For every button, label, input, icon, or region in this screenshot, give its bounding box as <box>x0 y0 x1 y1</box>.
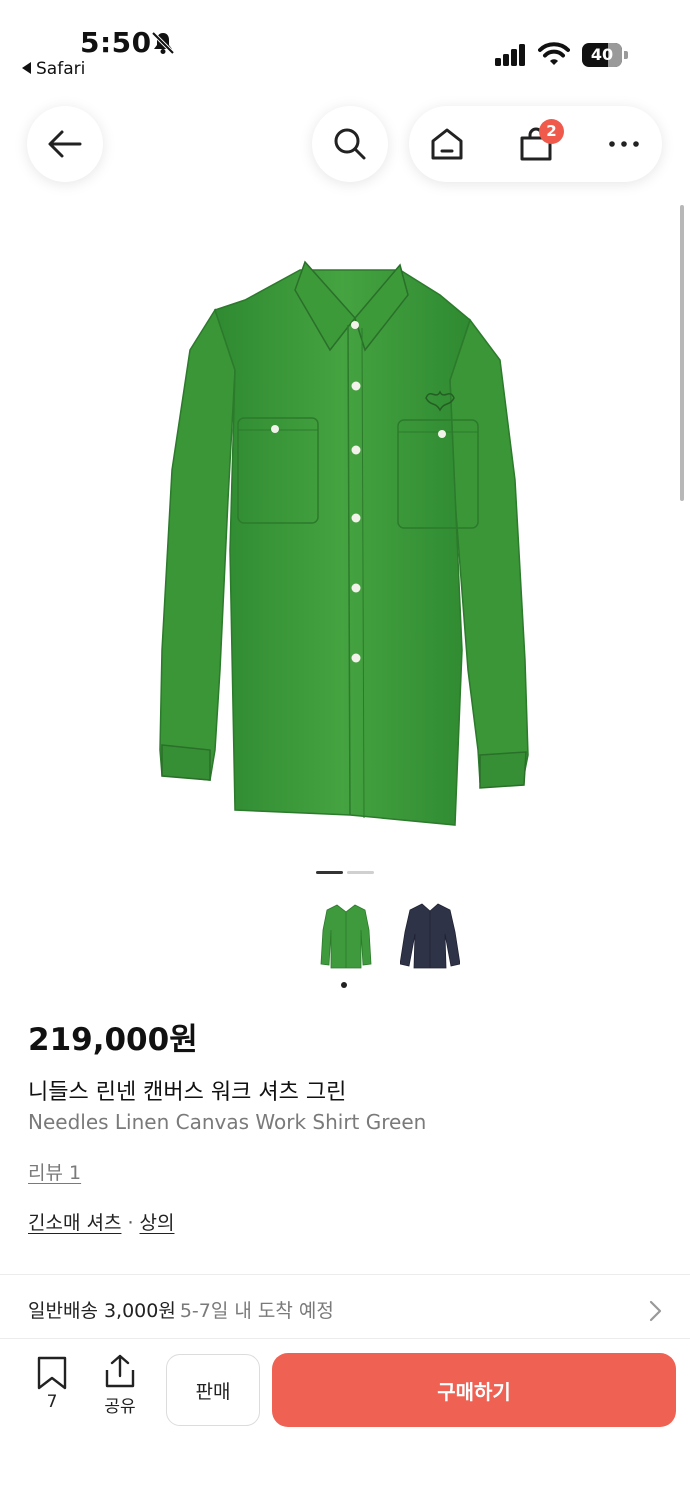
scrollbar[interactable] <box>680 205 684 501</box>
divider <box>0 1274 690 1275</box>
cart-button[interactable] <box>498 106 574 182</box>
pager-indicator-active <box>316 871 343 874</box>
more-icon <box>609 141 639 147</box>
category-link-long-sleeve-shirts[interactable]: 긴소매 셔츠 <box>28 1212 121 1234</box>
back-button[interactable] <box>27 106 103 182</box>
bookmark-icon <box>37 1356 67 1390</box>
review-link[interactable]: 리뷰 1 <box>28 1158 81 1185</box>
cellular-signal-icon <box>495 44 527 66</box>
chevron-right-icon[interactable] <box>645 1298 665 1324</box>
share-label: 공유 <box>104 1397 136 1417</box>
cart-count-badge: 2 <box>539 119 564 144</box>
back-triangle-icon <box>22 62 31 74</box>
bookmark-count: 7 <box>46 1392 58 1412</box>
back-arrow-icon <box>48 130 82 158</box>
home-icon <box>431 128 463 160</box>
search-button[interactable] <box>312 106 388 182</box>
home-button[interactable] <box>409 106 485 182</box>
battery-icon: 40 <box>582 43 628 67</box>
pager-indicator <box>347 871 374 874</box>
shipping-info[interactable]: 일반배송 3,000원 5-7일 내 도착 예정 <box>28 1296 334 1323</box>
product-price: 219,000원 <box>28 1022 198 1058</box>
thumbnail-navy-shirt[interactable] <box>399 900 461 972</box>
thumbnail-green-shirt[interactable] <box>315 900 375 972</box>
share-icon <box>105 1354 135 1388</box>
status-bar: 5:50 Safari 40 <box>0 0 690 90</box>
sell-button[interactable]: 판매 <box>166 1354 260 1426</box>
more-button[interactable] <box>586 106 662 182</box>
category-link-tops[interactable]: 상의 <box>140 1212 175 1234</box>
back-app-label: Safari <box>36 59 86 79</box>
bell-off-icon <box>151 31 175 55</box>
battery-level: 40 <box>590 45 614 64</box>
buy-button[interactable]: 구매하기 <box>272 1353 676 1427</box>
product-name-en: Needles Linen Canvas Work Shirt Green <box>28 1110 427 1134</box>
product-name-ko: 니들스 린넨 캔버스 워크 셔츠 그린 <box>28 1080 347 1105</box>
share-button[interactable]: 공유 <box>96 1354 144 1418</box>
bookmark-button[interactable]: 7 <box>32 1356 72 1418</box>
product-image[interactable] <box>150 250 540 830</box>
nav-actions-group <box>409 106 662 182</box>
back-to-safari[interactable]: Safari <box>22 59 85 79</box>
shipping-label: 일반배송 3,000원 <box>28 1300 176 1322</box>
category-separator: · <box>127 1212 134 1234</box>
thumbnail-selected-dot <box>341 982 347 988</box>
status-time: 5:50 <box>80 26 152 59</box>
wifi-icon <box>538 42 570 65</box>
search-icon <box>334 128 366 160</box>
shipping-eta: 5-7일 내 도착 예정 <box>179 1300 334 1322</box>
category-breadcrumb: 긴소매 셔츠 · 상의 <box>28 1208 174 1235</box>
